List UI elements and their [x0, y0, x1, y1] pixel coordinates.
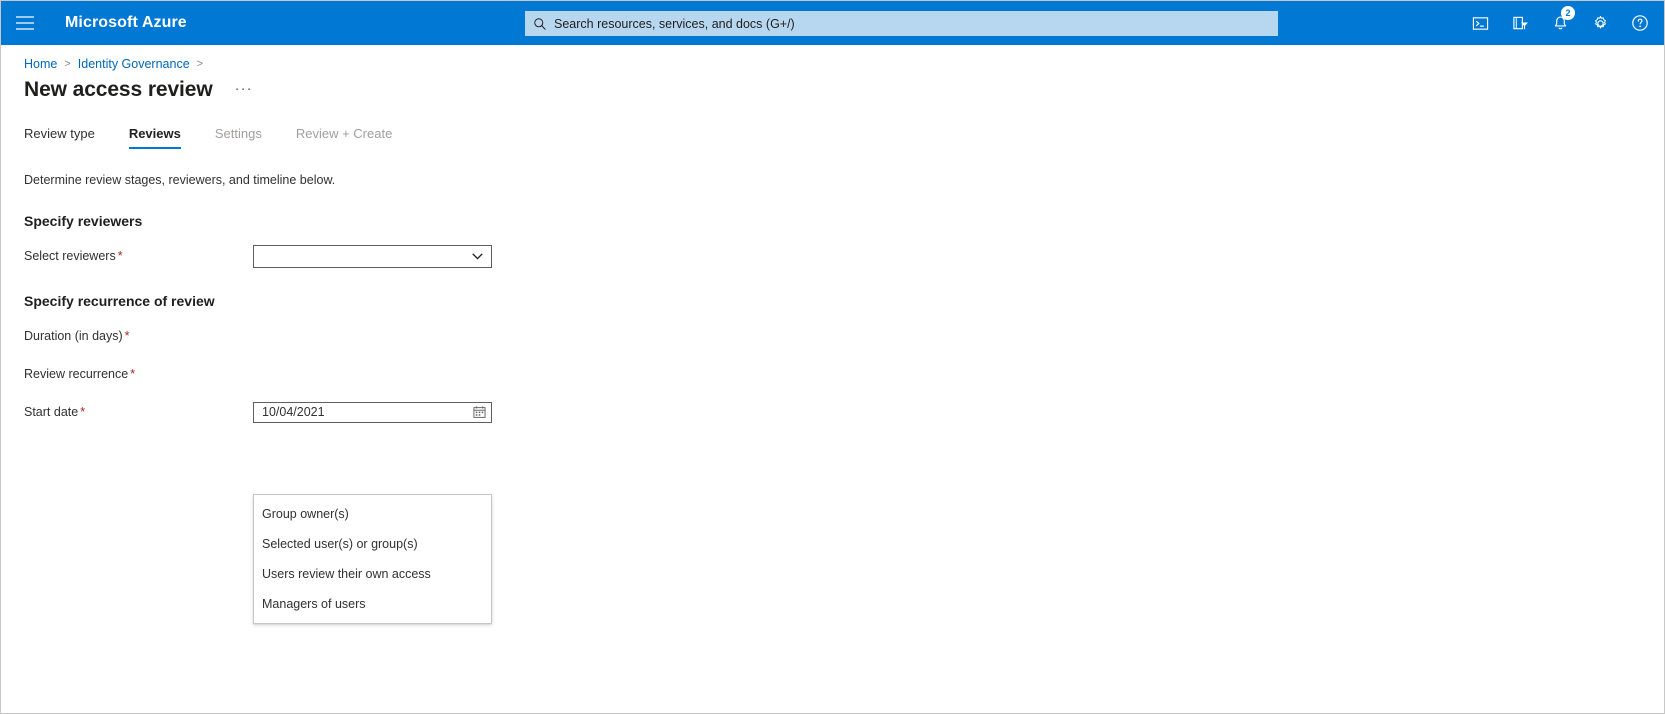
- breadcrumb-separator-icon: >: [64, 57, 71, 70]
- field-label-duration: Duration (in days) *: [24, 329, 253, 343]
- help-question-icon: [1632, 15, 1648, 31]
- start-date-input[interactable]: 10/04/2021: [253, 401, 492, 423]
- search-icon: [534, 17, 546, 30]
- tab-label: Reviews: [128, 126, 181, 141]
- field-label-review-recurrence: Review recurrence *: [24, 367, 253, 381]
- breadcrumb: Home > Identity Governance >: [1, 45, 1664, 71]
- top-nav-icon-group: 2: [1460, 1, 1660, 45]
- cloud-shell-icon: [1472, 16, 1488, 30]
- new-access-review-form: Specify reviewers Select reviewers * Spec…: [1, 213, 1664, 624]
- hamburger-line: [16, 16, 34, 18]
- azure-portal-page: Microsoft Azure Search resources, servic…: [0, 0, 1665, 714]
- global-search[interactable]: Search resources, services, and docs (G+…: [525, 11, 1278, 36]
- page-header: New access review ···: [1, 69, 1664, 102]
- top-navigation-bar: Microsoft Azure Search resources, servic…: [1, 1, 1664, 45]
- field-label-start-date: Start date *: [24, 405, 253, 419]
- label-text: Review recurrence: [24, 367, 129, 381]
- tab-label: Settings: [214, 126, 262, 141]
- hamburger-icon[interactable]: [1, 1, 49, 45]
- tab-reviews[interactable]: Reviews: [128, 126, 181, 149]
- tab-settings: Settings: [215, 126, 262, 149]
- required-asterisk: *: [117, 249, 123, 263]
- field-control-duration[interactable]: [253, 325, 492, 348]
- more-options-icon[interactable]: ···: [235, 80, 253, 97]
- tab-label: Review type: [24, 126, 95, 141]
- cloud-shell-button[interactable]: [1460, 1, 1500, 45]
- page-subtitle: Determine review stages, reviewers, and …: [24, 173, 336, 187]
- hamburger-line: [16, 28, 34, 30]
- section-heading-specify-recurrence: Specify recurrence of review: [24, 293, 215, 309]
- select-reviewers-options-list: Group owner(s) Selected user(s) or group…: [253, 494, 492, 624]
- dropdown-option-managers-of-users[interactable]: Managers of users: [254, 589, 491, 619]
- select-reviewers-dropdown[interactable]: [253, 244, 492, 268]
- hamburger-line: [16, 22, 34, 24]
- directories-subscriptions-icon: [1512, 16, 1528, 30]
- directories-subscriptions-button[interactable]: [1500, 1, 1540, 45]
- section-heading-specify-reviewers: Specify reviewers: [24, 213, 143, 229]
- field-review-recurrence: Review recurrence *: [24, 363, 1664, 385]
- field-control-start-date: 10/04/2021: [253, 401, 492, 423]
- label-text: Start date: [24, 405, 79, 419]
- chevron-down-icon: [472, 253, 483, 260]
- tab-label: Review + Create: [295, 126, 393, 141]
- brand-title[interactable]: Microsoft Azure: [65, 14, 187, 32]
- dropdown-option-group-owners[interactable]: Group owner(s): [254, 499, 491, 529]
- start-date-value: 10/04/2021: [262, 405, 325, 419]
- label-text: Duration (in days): [24, 329, 123, 343]
- breadcrumb-item-identity-governance[interactable]: Identity Governance: [78, 57, 190, 71]
- dropdown-option-selected-users-or-groups[interactable]: Selected user(s) or group(s): [254, 529, 491, 559]
- search-placeholder: Search resources, services, and docs (G+…: [554, 16, 795, 31]
- label-text: Select reviewers: [24, 249, 116, 263]
- field-duration-in-days: Duration (in days) *: [24, 325, 1664, 347]
- help-button[interactable]: [1620, 1, 1660, 45]
- field-control-select-reviewers: [253, 244, 492, 268]
- settings-gear-icon: [1594, 15, 1606, 29]
- field-start-date: Start date * 10/04/2021: [24, 401, 1664, 423]
- search-input[interactable]: Search resources, services, and docs (G+…: [525, 11, 1278, 36]
- settings-button[interactable]: [1580, 1, 1620, 45]
- field-label-select-reviewers: Select reviewers *: [24, 249, 253, 263]
- notification-badge: 2: [1561, 6, 1575, 20]
- tab-review-type[interactable]: Review type: [24, 126, 95, 149]
- tab-review-create: Review + Create: [296, 126, 392, 149]
- required-asterisk: *: [124, 329, 130, 343]
- breadcrumb-item-home[interactable]: Home: [24, 57, 57, 71]
- required-asterisk: *: [80, 405, 86, 419]
- field-select-reviewers: Select reviewers *: [24, 244, 1664, 268]
- page-content: Home > Identity Governance > New access …: [1, 45, 1664, 624]
- notifications-button[interactable]: 2: [1540, 1, 1580, 45]
- required-asterisk: *: [130, 367, 136, 381]
- breadcrumb-separator-icon: >: [196, 57, 204, 70]
- field-control-review-recurrence[interactable]: [253, 363, 492, 386]
- wizard-tabs: Review type Reviews Settings Review + Cr…: [1, 102, 1664, 149]
- calendar-icon[interactable]: [473, 406, 486, 419]
- page-title: New access review: [24, 78, 213, 101]
- dropdown-option-users-review-own-access[interactable]: Users review their own access: [254, 559, 491, 589]
